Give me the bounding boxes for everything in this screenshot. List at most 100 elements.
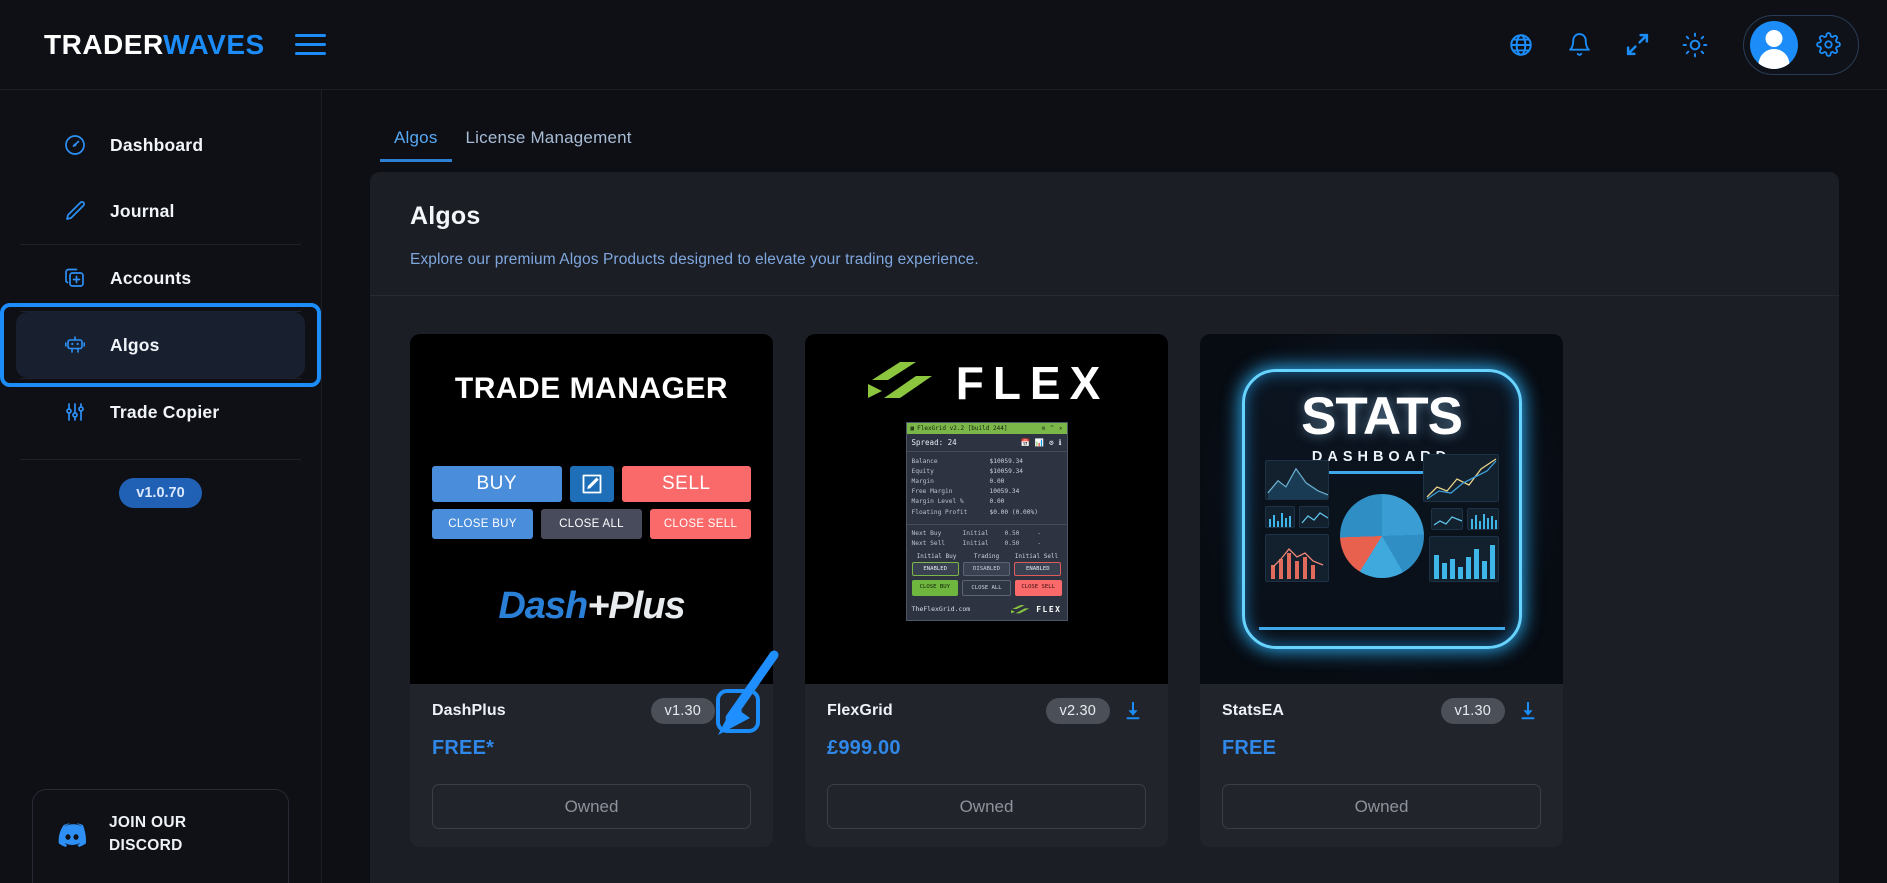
col-label: Initial Sell [1014,552,1059,560]
flexgrid-stat-row: Balance $10059.34 [912,456,1062,466]
sidebar-item-label: Accounts [110,267,192,288]
mini-line-chart-right [1422,454,1499,502]
flexgrid-stat-row: Equity $10059.34 [912,466,1062,476]
sidebar: Dashboard Journal Accounts Algos Trade C… [0,90,322,883]
edit-icon [569,466,614,502]
tab-bar: Algos License Management [322,90,1887,162]
gear-icon[interactable] [1814,31,1842,59]
mini-bar-chart-left [1264,506,1295,528]
avatar[interactable] [1750,20,1798,69]
next-type: Initial [962,529,989,537]
stat-key: Floating Profit [911,508,968,516]
product-card-statsea[interactable]: STATS DASHBOARD StatsEA v1.30 FREE Owned [1200,334,1563,847]
join-discord-button[interactable]: JOIN OUR DISCORD [32,789,289,883]
sun-icon[interactable] [1681,31,1709,59]
product-name: DashPlus [432,702,506,719]
pie-chart [1339,494,1424,579]
hamburger-bar [294,43,326,46]
flexgrid-window-controls: ⚙ ^ ✕ [1041,425,1063,432]
bell-icon[interactable] [1565,31,1593,59]
download-icon[interactable] [1120,698,1146,724]
stat-value: $0.00 (0.00%) [989,508,1038,516]
next-lot: 0.50 [1004,539,1020,547]
tab-algos[interactable]: Algos [380,128,452,162]
action-close-all: CLOSE ALL [962,579,1011,596]
action-close-buy: CLOSE BUY [911,579,959,596]
trade-manager-title: TRADE MANAGER [454,372,729,405]
sidebar-item-trade-copier[interactable]: Trade Copier [16,379,305,445]
download-icon[interactable] [1515,698,1541,724]
stat-key: Balance [911,457,938,465]
stats-bottom-rule [1258,627,1505,630]
flexgrid-brand-text: FLEX [1036,604,1062,614]
owned-button[interactable]: Owned [827,784,1146,829]
hamburger-bar [294,34,326,37]
next-extra: - [1037,539,1042,547]
hamburger-icon[interactable] [294,30,326,59]
version-badge: v1.0.70 [119,478,202,508]
mini-line-chart-left [1298,506,1329,528]
art-buy-button: BUY [432,466,562,502]
product-footer-dashplus: DashPlus v1.30 FREE* [410,684,773,760]
flexgrid-separator [906,524,1067,526]
stat-key: Equity [911,467,934,475]
flexgrid-titlebar-text: FlexGrid v2.2 [build 244] [917,425,1008,432]
col-label: Trading [973,552,1000,560]
version-badge: v1.30 [650,698,715,724]
flexgrid-spread-row: Spread: 24 📅 📊 ⚙ ℹ [906,434,1067,452]
product-price: £999.00 [827,737,901,759]
top-bar: TRADERWAVES [0,0,1887,90]
flexgrid-panel-footer: TheFlexGrid.com FLEX [907,601,1067,620]
mini-red-chart [1264,534,1329,582]
app-logo[interactable]: TRADERWAVES [44,29,265,61]
mini-bar-chart-right-large [1428,536,1499,582]
flexgrid-state-row: ENABLED DISABLED ENABLED [907,561,1067,576]
product-name: StatsEA [1222,702,1285,719]
art-close-all-button: CLOSE ALL [541,509,642,539]
stat-key: Free Margin [911,488,953,496]
flexgrid-next-row: Next Buy Initial 0.50 - [907,528,1067,538]
user-menu[interactable] [1743,14,1859,75]
flexgrid-stats-rows: Balance $10059.34 Equity $10059.34 Margin 0… [907,452,1067,521]
stat-key: Margin [911,477,934,485]
top-bar-actions [1507,14,1859,75]
product-card-list: TRADE MANAGER BUY SELL CLOSE BUY CLOSE A… [410,334,1799,847]
logo-text-secondary: WAVES [163,28,265,60]
sidebar-item-algos[interactable]: Algos [0,303,321,387]
flex-art: FLEX ▩ FlexGrid v2.2 [build 244] ⚙ ^ ✕ S… [805,334,1168,684]
stats-art: STATS DASHBOARD [1200,334,1563,684]
mini-area-chart [1264,460,1329,500]
sidebar-item-dashboard[interactable]: Dashboard [16,112,305,178]
flex-chevron-icon [1011,604,1030,613]
tab-license-management[interactable]: License Management [452,128,646,162]
next-label: Next Sell [911,539,946,547]
calendar-icon: 📅 [1020,438,1030,447]
discord-icon [55,818,89,852]
sidebar-item-label: Trade Copier [110,401,220,422]
next-label: Next Buy [911,529,942,537]
owned-button[interactable]: Owned [432,784,751,829]
sidebar-item-journal[interactable]: Journal [16,178,305,244]
pencil-icon [62,198,88,224]
product-card-dashplus[interactable]: TRADE MANAGER BUY SELL CLOSE BUY CLOSE A… [410,334,773,847]
product-card-flexgrid[interactable]: FLEX ▩ FlexGrid v2.2 [build 244] ⚙ ^ ✕ S… [805,334,1168,847]
flex-chevron-icon [867,362,932,398]
mini-bar-chart-right-small [1466,508,1499,530]
product-art-statsea: STATS DASHBOARD [1200,334,1563,684]
version-badge: v1.30 [1440,698,1505,724]
owned-button[interactable]: Owned [1222,784,1541,829]
download-icon[interactable] [716,689,760,733]
product-title-row: FlexGrid v2.30 [827,698,1146,724]
stats-neon-frame: STATS DASHBOARD [1241,369,1522,649]
flexgrid-spread-text: Spread: 24 [911,438,957,447]
algos-panel: Algos Explore our premium Algos Products… [370,172,1839,883]
globe-icon[interactable] [1507,31,1535,59]
flexgrid-stat-row: Floating Profit $0.00 (0.00%) [912,507,1062,517]
discord-label-line2: DISCORD [109,836,183,854]
next-lot: 0.50 [1004,529,1020,537]
version-badge: v2.30 [1045,698,1110,724]
sidebar-item-accounts[interactable]: Accounts [16,245,305,311]
discord-label: JOIN OUR DISCORD [109,812,186,857]
flexgrid-mini-panel: ▩ FlexGrid v2.2 [build 244] ⚙ ^ ✕ Spread: … [905,422,1068,621]
fullscreen-icon[interactable] [1623,31,1651,59]
